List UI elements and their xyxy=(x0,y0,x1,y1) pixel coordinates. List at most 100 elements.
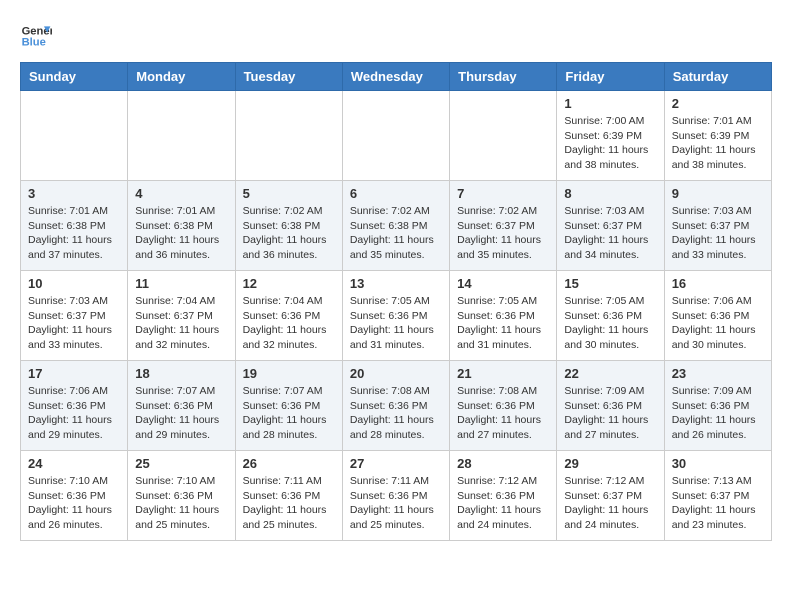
calendar-cell: 16 Sunrise: 7:06 AMSunset: 6:36 PMDayligh… xyxy=(664,271,771,361)
calendar-cell: 11 Sunrise: 7:04 AMSunset: 6:37 PMDayligh… xyxy=(128,271,235,361)
weekday-header-row: SundayMondayTuesdayWednesdayThursdayFrid… xyxy=(21,63,772,91)
day-info: Sunrise: 7:11 AMSunset: 6:36 PMDaylight:… xyxy=(243,474,335,533)
day-number: 23 xyxy=(672,366,764,381)
weekday-header-cell: Friday xyxy=(557,63,664,91)
day-info: Sunrise: 7:03 AMSunset: 6:37 PMDaylight:… xyxy=(564,204,656,263)
calendar-cell: 13Sunrise: 7:05 AMSunset: 6:36 PMDayligh… xyxy=(342,271,449,361)
calendar-cell: 23 Sunrise: 7:09 AMSunset: 6:36 PMDayligh… xyxy=(664,361,771,451)
day-number: 19 xyxy=(243,366,335,381)
day-info: Sunrise: 7:11 AMSunset: 6:36 PMDaylight:… xyxy=(350,474,442,533)
day-info: Sunrise: 7:03 AMSunset: 6:37 PMDaylight:… xyxy=(672,204,764,263)
day-number: 22 xyxy=(564,366,656,381)
day-info: Sunrise: 7:03 AMSunset: 6:37 PMDaylight:… xyxy=(28,294,120,353)
day-number: 4 xyxy=(135,186,227,201)
day-info: Sunrise: 7:00 AMSunset: 6:39 PMDaylight:… xyxy=(564,114,656,173)
day-info: Sunrise: 7:09 AMSunset: 6:36 PMDaylight:… xyxy=(672,384,764,443)
day-number: 27 xyxy=(350,456,442,471)
day-number: 28 xyxy=(457,456,549,471)
weekday-header-cell: Saturday xyxy=(664,63,771,91)
day-number: 20 xyxy=(350,366,442,381)
day-number: 14 xyxy=(457,276,549,291)
day-info: Sunrise: 7:06 AMSunset: 6:36 PMDaylight:… xyxy=(672,294,764,353)
day-info: Sunrise: 7:06 AMSunset: 6:36 PMDaylight:… xyxy=(28,384,120,443)
calendar-cell: 30 Sunrise: 7:13 AMSunset: 6:37 PMDayligh… xyxy=(664,451,771,541)
calendar-cell: 4Sunrise: 7:01 AMSunset: 6:38 PMDaylight… xyxy=(128,181,235,271)
day-info: Sunrise: 7:05 AMSunset: 6:36 PMDaylight:… xyxy=(457,294,549,353)
weekday-header-cell: Thursday xyxy=(450,63,557,91)
day-number: 6 xyxy=(350,186,442,201)
calendar-cell: 6 Sunrise: 7:02 AMSunset: 6:38 PMDaylight… xyxy=(342,181,449,271)
day-info: Sunrise: 7:08 AMSunset: 6:36 PMDaylight:… xyxy=(457,384,549,443)
weekday-header-cell: Sunday xyxy=(21,63,128,91)
calendar-cell: 25 Sunrise: 7:10 AMSunset: 6:36 PMDayligh… xyxy=(128,451,235,541)
day-info: Sunrise: 7:02 AMSunset: 6:38 PMDaylight:… xyxy=(243,204,335,263)
calendar-cell: 7 Sunrise: 7:02 AMSunset: 6:37 PMDaylight… xyxy=(450,181,557,271)
day-number: 15 xyxy=(564,276,656,291)
day-number: 16 xyxy=(672,276,764,291)
calendar-cell: 15Sunrise: 7:05 AMSunset: 6:36 PMDayligh… xyxy=(557,271,664,361)
weekday-header-cell: Wednesday xyxy=(342,63,449,91)
calendar-cell xyxy=(235,91,342,181)
day-info: Sunrise: 7:02 AMSunset: 6:38 PMDaylight:… xyxy=(350,204,442,263)
day-info: Sunrise: 7:04 AMSunset: 6:37 PMDaylight:… xyxy=(135,294,227,353)
day-info: Sunrise: 7:02 AMSunset: 6:37 PMDaylight:… xyxy=(457,204,549,263)
day-info: Sunrise: 7:01 AMSunset: 6:39 PMDaylight:… xyxy=(672,114,764,173)
calendar-week-row: 1 Sunrise: 7:00 AMSunset: 6:39 PMDaylight… xyxy=(21,91,772,181)
calendar-cell: 19 Sunrise: 7:07 AMSunset: 6:36 PMDayligh… xyxy=(235,361,342,451)
day-number: 21 xyxy=(457,366,549,381)
calendar-week-row: 3 Sunrise: 7:01 AMSunset: 6:38 PMDaylight… xyxy=(21,181,772,271)
day-info: Sunrise: 7:04 AMSunset: 6:36 PMDaylight:… xyxy=(243,294,335,353)
calendar-cell: 9 Sunrise: 7:03 AMSunset: 6:37 PMDaylight… xyxy=(664,181,771,271)
day-info: Sunrise: 7:10 AMSunset: 6:36 PMDaylight:… xyxy=(28,474,120,533)
calendar-week-row: 17 Sunrise: 7:06 AMSunset: 6:36 PMDayligh… xyxy=(21,361,772,451)
calendar-week-row: 24Sunrise: 7:10 AMSunset: 6:36 PMDayligh… xyxy=(21,451,772,541)
calendar-cell: 3 Sunrise: 7:01 AMSunset: 6:38 PMDaylight… xyxy=(21,181,128,271)
day-number: 7 xyxy=(457,186,549,201)
logo-icon: General Blue xyxy=(20,20,52,52)
day-info: Sunrise: 7:13 AMSunset: 6:37 PMDaylight:… xyxy=(672,474,764,533)
day-info: Sunrise: 7:10 AMSunset: 6:36 PMDaylight:… xyxy=(135,474,227,533)
calendar-cell xyxy=(450,91,557,181)
day-number: 2 xyxy=(672,96,764,111)
calendar-cell: 2 Sunrise: 7:01 AMSunset: 6:39 PMDaylight… xyxy=(664,91,771,181)
day-number: 30 xyxy=(672,456,764,471)
day-info: Sunrise: 7:01 AMSunset: 6:38 PMDaylight:… xyxy=(28,204,120,263)
calendar-cell: 8Sunrise: 7:03 AMSunset: 6:37 PMDaylight… xyxy=(557,181,664,271)
day-info: Sunrise: 7:07 AMSunset: 6:36 PMDaylight:… xyxy=(135,384,227,443)
day-number: 11 xyxy=(135,276,227,291)
day-number: 18 xyxy=(135,366,227,381)
calendar-cell xyxy=(21,91,128,181)
calendar-cell: 20Sunrise: 7:08 AMSunset: 6:36 PMDayligh… xyxy=(342,361,449,451)
day-number: 9 xyxy=(672,186,764,201)
calendar-cell: 14 Sunrise: 7:05 AMSunset: 6:36 PMDayligh… xyxy=(450,271,557,361)
calendar-cell: 24Sunrise: 7:10 AMSunset: 6:36 PMDayligh… xyxy=(21,451,128,541)
page-header: General Blue xyxy=(20,20,772,52)
weekday-header-cell: Tuesday xyxy=(235,63,342,91)
day-info: Sunrise: 7:09 AMSunset: 6:36 PMDaylight:… xyxy=(564,384,656,443)
day-number: 25 xyxy=(135,456,227,471)
day-info: Sunrise: 7:12 AMSunset: 6:37 PMDaylight:… xyxy=(564,474,656,533)
day-number: 1 xyxy=(564,96,656,111)
day-number: 29 xyxy=(564,456,656,471)
weekday-header-cell: Monday xyxy=(128,63,235,91)
calendar-body: 1 Sunrise: 7:00 AMSunset: 6:39 PMDaylight… xyxy=(21,91,772,541)
calendar-cell: 10 Sunrise: 7:03 AMSunset: 6:37 PMDayligh… xyxy=(21,271,128,361)
calendar-cell xyxy=(128,91,235,181)
calendar-week-row: 10 Sunrise: 7:03 AMSunset: 6:37 PMDayligh… xyxy=(21,271,772,361)
day-number: 17 xyxy=(28,366,120,381)
calendar-cell: 26Sunrise: 7:11 AMSunset: 6:36 PMDayligh… xyxy=(235,451,342,541)
day-number: 10 xyxy=(28,276,120,291)
svg-text:Blue: Blue xyxy=(22,37,46,49)
day-info: Sunrise: 7:07 AMSunset: 6:36 PMDaylight:… xyxy=(243,384,335,443)
calendar-cell xyxy=(342,91,449,181)
day-number: 5 xyxy=(243,186,335,201)
calendar-cell: 18 Sunrise: 7:07 AMSunset: 6:36 PMDayligh… xyxy=(128,361,235,451)
day-number: 13 xyxy=(350,276,442,291)
calendar-table: SundayMondayTuesdayWednesdayThursdayFrid… xyxy=(20,62,772,541)
calendar-cell: 1 Sunrise: 7:00 AMSunset: 6:39 PMDaylight… xyxy=(557,91,664,181)
calendar-cell: 21 Sunrise: 7:08 AMSunset: 6:36 PMDayligh… xyxy=(450,361,557,451)
calendar-cell: 22 Sunrise: 7:09 AMSunset: 6:36 PMDayligh… xyxy=(557,361,664,451)
day-number: 3 xyxy=(28,186,120,201)
calendar-cell: 28Sunrise: 7:12 AMSunset: 6:36 PMDayligh… xyxy=(450,451,557,541)
calendar-cell: 17 Sunrise: 7:06 AMSunset: 6:36 PMDayligh… xyxy=(21,361,128,451)
